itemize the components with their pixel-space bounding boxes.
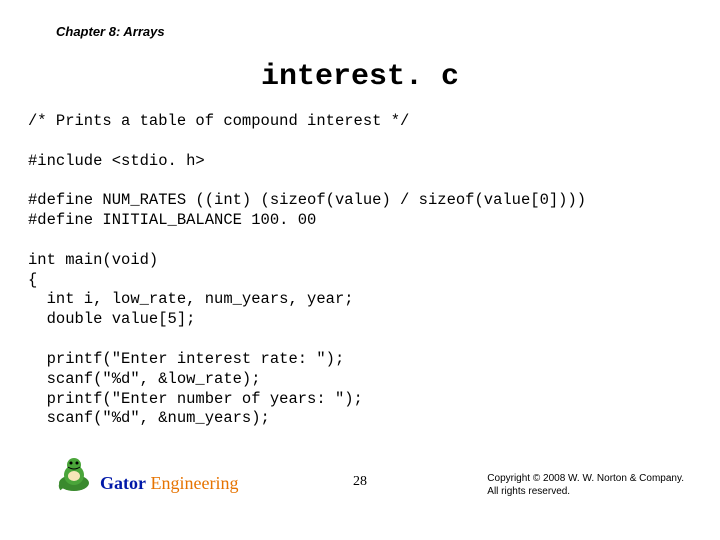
footer: Gator Engineering 28 Copyright © 2008 W.… — [0, 478, 720, 518]
copyright: Copyright © 2008 W. W. Norton & Company.… — [487, 473, 684, 498]
slide-title: interest. c — [0, 60, 720, 94]
chapter-header: Chapter 8: Arrays — [56, 24, 165, 39]
code-block: /* Prints a table of compound interest *… — [28, 112, 700, 429]
copyright-line-2: All rights reserved. — [487, 486, 684, 499]
copyright-line-1: Copyright © 2008 W. W. Norton & Company. — [487, 473, 684, 486]
